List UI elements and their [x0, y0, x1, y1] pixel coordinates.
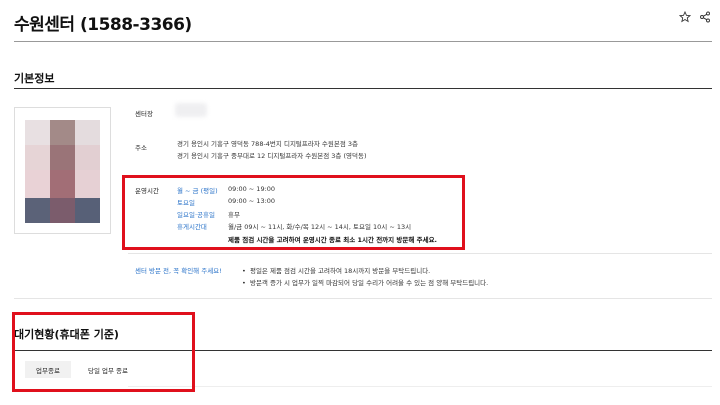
basic-info-bottom-divider: [14, 298, 712, 299]
header-actions: [678, 10, 712, 24]
notice-text: 방문객 증가 시 업무가 일찍 마감되어 당일 수리가 어려울 수 있는 점 양…: [249, 279, 489, 287]
hours-key-break: 휴게시간대: [177, 223, 207, 231]
status-badge: 업무종료: [25, 361, 71, 378]
basic-info-title: 기본정보: [14, 72, 55, 85]
status-text: 당일 업무 종료: [87, 366, 128, 375]
hours-note: 제품 점검 시간을 고려하여 운영시간 종료 최소 1시간 전까지 방문해 주세…: [228, 236, 438, 244]
address-label: 주소: [135, 144, 147, 152]
notice-item: • 평일은 제품 점검 시간을 고려하여 18시까지 방문을 부탁드립니다.: [242, 267, 431, 275]
manager-label: 센터장: [135, 110, 153, 118]
hours-key-sunday: 일요일·공휴일: [177, 211, 215, 219]
address-line-2: 경기 용인시 기흥구 중부대로 12 디지털프라자 수원본점 3층 (영덕동): [177, 152, 367, 160]
hours-label: 운영시간: [135, 187, 159, 195]
hours-value-saturday: 09:00 ~ 13:00: [228, 197, 276, 205]
page-title: 수원센터 (1588-3366): [14, 15, 192, 35]
visit-notice-label: 센터 방문 전, 꼭 확인해 주세요!: [135, 267, 222, 275]
share-icon[interactable]: [698, 10, 712, 24]
waiting-bottom-divider: [128, 386, 712, 387]
hours-divider: [128, 253, 712, 254]
manager-name-blurred: [175, 103, 207, 117]
hours-key-saturday: 토요일: [177, 199, 195, 207]
waiting-status-divider: [14, 350, 712, 351]
hours-value-weekday: 09:00 ~ 19:00: [228, 185, 276, 193]
hours-value-break: 월/금 09시 ~ 11시, 화/수/목 12시 ~ 14시, 토요일 10시 …: [228, 223, 412, 231]
waiting-status-title: 대기현황(휴대폰 기준): [14, 328, 119, 341]
highlight-box-waiting: [12, 312, 195, 392]
star-outline-icon[interactable]: [678, 10, 692, 24]
manager-photo-frame: [14, 107, 111, 234]
notice-item: • 방문객 증가 시 업무가 일찍 마감되어 당일 수리가 어려울 수 있는 점…: [242, 279, 489, 287]
notice-text: 평일은 제품 점검 시간을 고려하여 18시까지 방문을 부탁드립니다.: [249, 267, 431, 275]
manager-photo: [25, 120, 100, 223]
hours-key-weekday: 월 ~ 금 (평일): [177, 187, 218, 195]
header-divider: [14, 41, 712, 42]
basic-info-divider: [14, 88, 712, 89]
address-line-1: 경기 용인시 기흥구 영덕동 788-4번지 디지털프라자 수원본점 3층: [177, 140, 359, 148]
hours-value-sunday: 휴무: [228, 211, 240, 219]
